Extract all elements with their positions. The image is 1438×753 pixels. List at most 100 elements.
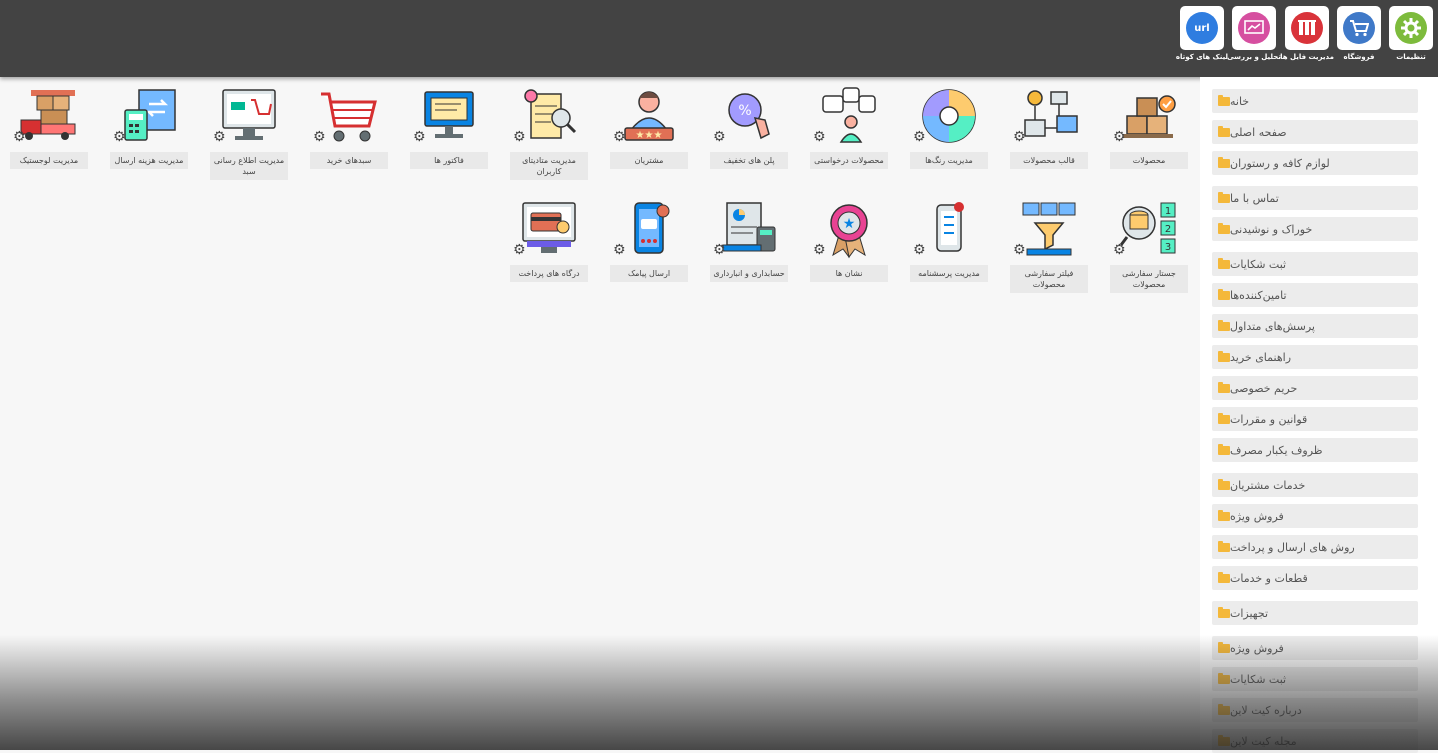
tile-caption: حسابداری و انبارداری <box>710 265 788 282</box>
customers-tile[interactable]: ★★★ ⚙ مشتریان <box>610 86 688 169</box>
sidebar-item-suppliers[interactable]: تامین‌کننده‌ها <box>1212 283 1418 307</box>
sidebar-item-parts-services[interactable]: قطعات و خدمات <box>1212 566 1418 590</box>
sidebar-item-complaints-2[interactable]: ثبت شکایات <box>1212 667 1418 691</box>
product-template-tile[interactable]: ⚙ قالب محصولات <box>1010 86 1088 169</box>
sidebar: خانه صفحه اصلی لوازم کافه و رستوران تماس… <box>1200 77 1438 753</box>
questionnaire-tile[interactable]: ⚙ مدیریت پرسشنامه <box>910 199 988 282</box>
sidebar-item-label: لوازم کافه و رستوران <box>1230 156 1330 170</box>
tile-caption: مشتریان <box>610 152 688 169</box>
tile-caption: فاکتور ها <box>410 152 488 169</box>
svg-text:★★★: ★★★ <box>636 130 663 141</box>
sidebar-item-label: تماس با ما <box>1230 191 1279 205</box>
sidebar-item-label: صفحه اصلی <box>1230 125 1287 139</box>
settings-icon <box>1395 12 1427 44</box>
sidebar-item-label: خوراک و نوشیدنی <box>1230 222 1313 236</box>
sidebar-item-faq[interactable]: پرسش‌های متداول <box>1212 314 1418 338</box>
shopping-carts-tile[interactable]: ⚙ سبدهای خرید <box>310 86 388 169</box>
sidebar-item-label: تجهیزات <box>1230 606 1269 620</box>
tile-caption: مدیریت رنگ‌ها <box>910 152 988 169</box>
folder-icon <box>1218 571 1230 583</box>
gear-icon: ⚙ <box>713 129 726 145</box>
analytics-tile[interactable]: تحلیل و بررسی <box>1227 6 1281 61</box>
gear-icon: ⚙ <box>1013 129 1026 145</box>
sidebar-item-complaints[interactable]: ثبت شکایات <box>1212 252 1418 276</box>
requested-products-icon: ⚙ <box>813 86 881 146</box>
folder-icon <box>1218 191 1230 203</box>
folder-icon <box>1218 381 1230 393</box>
sidebar-item-contact[interactable]: تماس با ما <box>1212 186 1418 210</box>
logistics-icon: ⚙ <box>13 86 81 146</box>
sidebar-item-customer-service[interactable]: خدمات مشتریان <box>1212 473 1418 497</box>
accounting-tile[interactable]: ⚙ حسابداری و انبارداری <box>710 199 788 282</box>
short-links-tile[interactable]: url لینک های کوتاه <box>1176 6 1228 61</box>
sidebar-item-magazine[interactable]: مجله کیت لاین <box>1212 729 1418 753</box>
sidebar-item-home[interactable]: خانه <box>1212 89 1418 113</box>
tile-caption: محصولات <box>1110 152 1188 169</box>
cart-notification-tile[interactable]: ⚙ مدیریت اطلاع رسانی سبد <box>210 86 288 180</box>
badges-tile[interactable]: ★ ⚙ نشان ها <box>810 199 888 282</box>
sidebar-item-buying-guide[interactable]: راهنمای خرید <box>1212 345 1418 369</box>
discount-plans-tile[interactable]: % ⚙ پلن های تخفیف <box>710 86 788 169</box>
folder-icon <box>1218 319 1230 331</box>
sidebar-item-special-sale-2[interactable]: فروش ویژه <box>1212 636 1418 660</box>
sidebar-item-food[interactable]: خوراک و نوشیدنی <box>1212 217 1418 241</box>
invoice-icon: ⚙ <box>413 86 481 146</box>
shipping-cost-tile[interactable]: ⚙ مدیریت هزینه ارسال <box>110 86 188 169</box>
file-manager-tile[interactable]: مدیریت فایل ها <box>1280 6 1334 61</box>
settings-tile[interactable]: تنظیمات <box>1388 6 1434 61</box>
sidebar-item-about[interactable]: درباره کیت لاین <box>1212 698 1418 722</box>
sidebar-item-disposable[interactable]: ظروف یکبار مصرف <box>1212 438 1418 462</box>
folder-icon <box>1218 222 1230 234</box>
top-toolbar: تنظیمات فروشگاه مدیریت فایل ها تحلیل و ب… <box>0 0 1438 77</box>
tile-caption: جستار سفارشی محصولات <box>1110 265 1188 293</box>
requested-products-tile[interactable]: ⚙ محصولات درخواستی <box>810 86 888 169</box>
products-tile[interactable]: ⚙ محصولات <box>1110 86 1188 169</box>
gear-icon: ⚙ <box>613 129 626 145</box>
custom-filter-icon: ⚙ <box>1013 199 1081 259</box>
folder-icon <box>1218 443 1230 455</box>
user-metadata-tile[interactable]: ⚙ مدیریت متادیتای کاربران <box>510 86 588 180</box>
tile-caption: مدیریت متادیتای کاربران <box>510 152 588 180</box>
sidebar-item-label: روش های ارسال و پرداخت <box>1230 540 1355 554</box>
sidebar-item-shipping-payment[interactable]: روش های ارسال و پرداخت <box>1212 535 1418 559</box>
gear-icon: ⚙ <box>713 242 726 258</box>
sidebar-item-terms[interactable]: قوانین و مقررات <box>1212 407 1418 431</box>
settings-label: تنظیمات <box>1396 53 1426 61</box>
sms-tile[interactable]: ⚙ ارسال پیامک <box>610 199 688 282</box>
sidebar-item-main-page[interactable]: صفحه اصلی <box>1212 120 1418 144</box>
custom-query-tile[interactable]: 1 2 3 ⚙ جستار سفارشی محصولات <box>1110 199 1188 293</box>
tile-caption: محصولات درخواستی <box>810 152 888 169</box>
sidebar-item-special-sale[interactable]: فروش ویژه <box>1212 504 1418 528</box>
shop-tile[interactable]: فروشگاه <box>1336 6 1382 61</box>
sidebar-item-cafe[interactable]: لوازم کافه و رستوران <box>1212 151 1418 175</box>
tile-caption: مدیریت پرسشنامه <box>910 265 988 282</box>
sidebar-item-privacy[interactable]: حریم خصوصی <box>1212 376 1418 400</box>
color-management-tile[interactable]: ⚙ مدیریت رنگ‌ها <box>910 86 988 169</box>
payment-gateway-tile[interactable]: ⚙ درگاه های پرداخت <box>510 199 588 282</box>
invoices-tile[interactable]: ⚙ فاکتور ها <box>410 86 488 169</box>
files-icon <box>1291 12 1323 44</box>
user-metadata-icon: ⚙ <box>513 86 581 146</box>
folder-icon <box>1218 156 1230 168</box>
gear-icon: ⚙ <box>813 129 826 145</box>
gear-icon: ⚙ <box>413 129 426 145</box>
custom-filter-tile[interactable]: ⚙ فیلتر سفارشی محصولات <box>1010 199 1088 293</box>
color-wheel-icon: ⚙ <box>913 86 981 146</box>
cart-notify-icon: ⚙ <box>213 86 281 146</box>
accounting-icon: ⚙ <box>713 199 781 259</box>
logistics-tile[interactable]: ⚙ مدیریت لوجستیک <box>10 86 88 169</box>
questionnaire-icon: ⚙ <box>913 199 981 259</box>
tile-caption: قالب محصولات <box>1010 152 1088 169</box>
sidebar-item-label: خدمات مشتریان <box>1230 478 1306 492</box>
folder-icon <box>1218 350 1230 362</box>
gear-icon: ⚙ <box>213 129 226 145</box>
svg-text:3: 3 <box>1165 242 1171 253</box>
tile-caption: نشان ها <box>810 265 888 282</box>
gear-icon: ⚙ <box>1113 242 1126 258</box>
folder-icon <box>1218 478 1230 490</box>
tile-caption: ارسال پیامک <box>610 265 688 282</box>
tile-caption: درگاه های پرداخت <box>510 265 588 282</box>
sidebar-item-equipment[interactable]: تجهیزات <box>1212 601 1418 625</box>
shop-label: فروشگاه <box>1343 53 1375 61</box>
sidebar-item-label: فروش ویژه <box>1230 641 1284 655</box>
